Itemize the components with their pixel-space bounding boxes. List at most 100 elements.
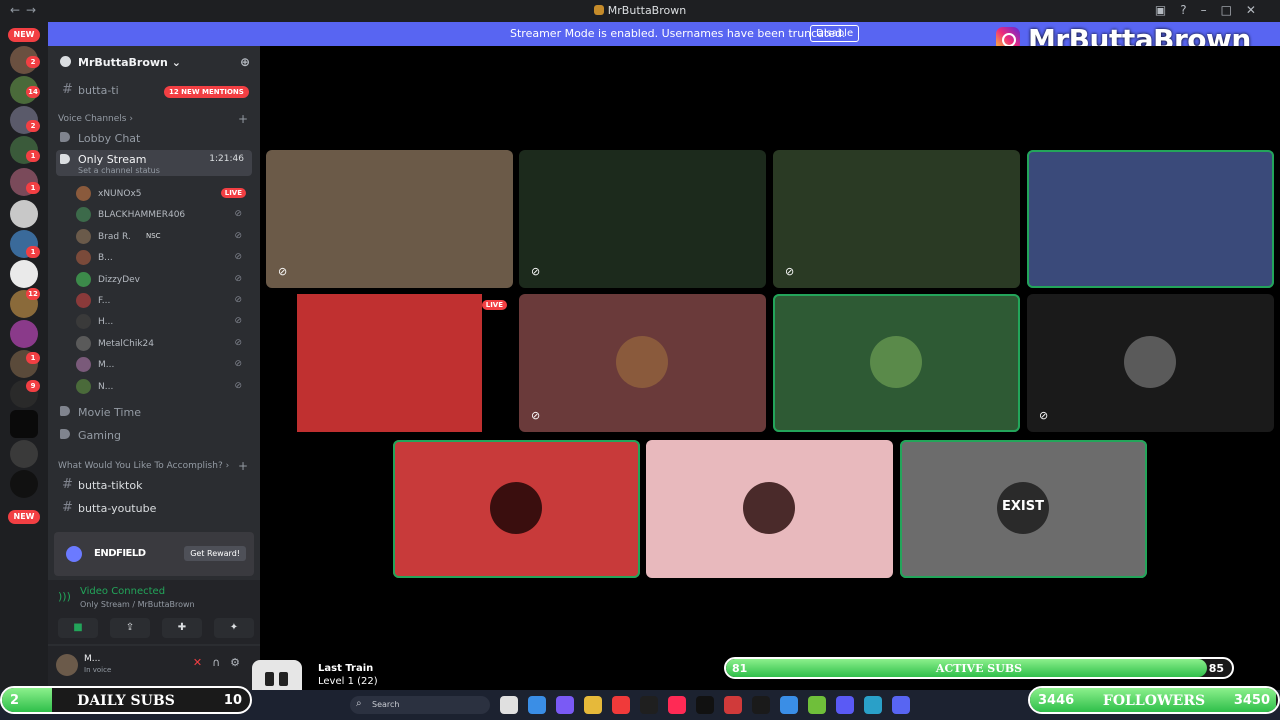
voice-member[interactable]: MetalChik24 ⊘: [76, 334, 252, 354]
voice-member[interactable]: N... ⊘: [76, 377, 252, 397]
voice-channel-movie-time[interactable]: Movie Time: [56, 402, 252, 422]
avatar[interactable]: [76, 314, 91, 330]
avatar[interactable]: [76, 207, 91, 223]
voice-member[interactable]: H... ⊘: [76, 312, 252, 332]
disable-streamer-mode-button[interactable]: Disable: [810, 25, 860, 42]
channel-status[interactable]: Set a channel status: [78, 166, 160, 175]
voice-member[interactable]: Brad R. NSC ⊘: [76, 227, 252, 247]
hash-icon: #: [62, 477, 73, 492]
new-mentions-badge[interactable]: 12 NEW MENTIONS: [164, 86, 249, 98]
taskbar-app-icon[interactable]: [892, 696, 910, 714]
server-icon[interactable]: [10, 440, 38, 468]
category-accomplish[interactable]: What Would You Like To Accomplish? › +: [58, 459, 248, 473]
active-subs-label: ACTIVE SUBS: [935, 662, 1023, 675]
voice-location[interactable]: Only Stream / MrButtaBrown: [80, 600, 195, 609]
category-voice[interactable]: Voice Channels › +: [58, 112, 248, 126]
voice-member[interactable]: B... ⊘: [76, 248, 252, 268]
server-icon[interactable]: [10, 410, 38, 438]
taskbar-app-icon[interactable]: [500, 696, 518, 714]
avatar: [616, 336, 668, 388]
avatar[interactable]: [76, 335, 91, 351]
channel-butta-youtube[interactable]: # butta-youtube: [56, 498, 252, 518]
server-icon[interactable]: [10, 320, 38, 348]
avatar[interactable]: [76, 293, 91, 308]
mic-muted-icon: ⊘: [785, 265, 795, 278]
video-tile[interactable]: ⊘: [519, 150, 766, 288]
server-header[interactable]: MrButtaBrown ⌄ ⊕: [48, 46, 260, 78]
avatar-text: EXIST: [1002, 499, 1044, 514]
avatar[interactable]: [76, 228, 91, 244]
call-timer: 1:21:46: [209, 154, 244, 164]
hash-icon: #: [62, 82, 73, 97]
video-tile[interactable]: ⊘: [773, 150, 1020, 288]
taskbar-app-icon[interactable]: [752, 696, 770, 714]
participant-tile[interactable]: [773, 294, 1020, 432]
new-pill[interactable]: NEW: [8, 28, 40, 42]
voice-member[interactable]: DizzyDev ⊘: [76, 270, 252, 290]
video-tile[interactable]: LIVE: [266, 294, 513, 432]
window-controls[interactable]: ▣?–□✕: [1155, 3, 1270, 17]
user-controls[interactable]: ✕∩⚙: [193, 656, 250, 669]
channel-label: butta-tiktok: [78, 479, 143, 492]
mic-muted-icon[interactable]: ✕: [193, 656, 212, 669]
member-name: H...: [98, 317, 114, 328]
invite-icon[interactable]: ⊕: [240, 55, 250, 69]
participant-tile[interactable]: [646, 440, 893, 578]
add-channel-icon[interactable]: +: [238, 112, 248, 126]
taskbar-app-icon[interactable]: [556, 696, 574, 714]
avatar[interactable]: [56, 654, 78, 676]
soundboard-icon[interactable]: ✦: [214, 618, 254, 638]
activities-icon[interactable]: ✚: [162, 618, 202, 638]
taskbar-app-icon[interactable]: [836, 696, 854, 714]
taskbar-app-icon[interactable]: [528, 696, 546, 714]
voice-member[interactable]: M... ⊘: [76, 355, 252, 375]
taskbar-app-icon[interactable]: [668, 696, 686, 714]
server-icon[interactable]: [10, 470, 38, 498]
voice-connection-panel: ))) Video Connected Only Stream / MrButt…: [48, 580, 260, 644]
promo-banner[interactable]: ENDFIELD Get Reward!: [54, 532, 254, 576]
video-tile[interactable]: ⊘: [266, 150, 513, 288]
video-tile[interactable]: [1027, 150, 1274, 288]
avatar: EXIST: [997, 482, 1049, 534]
avatar[interactable]: [76, 271, 91, 287]
avatar[interactable]: [76, 378, 91, 394]
voice-member[interactable]: BLACKHAMMER406 ⊘: [76, 205, 252, 225]
channel-butta-tiktok[interactable]: # butta-tiktok: [56, 475, 252, 495]
screenshare-icon[interactable]: ⇪: [110, 618, 150, 638]
endfield-logo-icon: [66, 546, 82, 562]
signal-icon[interactable]: ))): [58, 590, 71, 603]
taskbar-search[interactable]: ⌕ Search: [350, 696, 490, 714]
avatar[interactable]: [76, 250, 91, 266]
taskbar-app-icon[interactable]: [696, 696, 714, 714]
get-reward-button[interactable]: Get Reward!: [184, 546, 246, 561]
voice-member[interactable]: F... ⊘: [76, 291, 252, 311]
app-icon: [593, 5, 604, 15]
voice-channel-lobby[interactable]: Lobby Chat: [56, 128, 252, 148]
voice-channel-only-stream[interactable]: Only Stream 1:21:46 Set a channel status: [56, 150, 252, 176]
voice-channel-gaming[interactable]: Gaming: [56, 425, 252, 445]
participant-tile[interactable]: ⊘: [1027, 294, 1274, 432]
mic-muted-icon: ⊘: [278, 265, 288, 278]
taskbar-app-icon[interactable]: [724, 696, 742, 714]
camera-icon[interactable]: ■: [58, 618, 98, 638]
avatar[interactable]: [76, 357, 91, 373]
taskbar-app-icon[interactable]: [640, 696, 658, 714]
taskbar-app-icon[interactable]: [808, 696, 826, 714]
participant-tile[interactable]: ⊘: [519, 294, 766, 432]
taskbar-app-icon[interactable]: [780, 696, 798, 714]
taskbar-app-icon[interactable]: [584, 696, 602, 714]
participant-tile[interactable]: EXIST: [900, 440, 1147, 578]
mic-muted-icon: ⊘: [531, 265, 541, 278]
add-channel-icon[interactable]: +: [238, 459, 248, 473]
track-level: Level 1 (22): [318, 676, 378, 687]
taskbar-app-icon[interactable]: [864, 696, 882, 714]
followers-goal: 3450: [1233, 693, 1270, 708]
new-pill[interactable]: NEW: [8, 510, 40, 524]
server-icon[interactable]: [10, 260, 38, 288]
participant-tile[interactable]: [393, 440, 640, 578]
server-name: MrButtaBrown ⌄: [78, 56, 181, 69]
server-icon[interactable]: [10, 200, 38, 228]
taskbar-app-icon[interactable]: [612, 696, 630, 714]
avatar[interactable]: [76, 186, 91, 201]
voice-member[interactable]: xNUNOx5 LIVE: [76, 184, 252, 204]
